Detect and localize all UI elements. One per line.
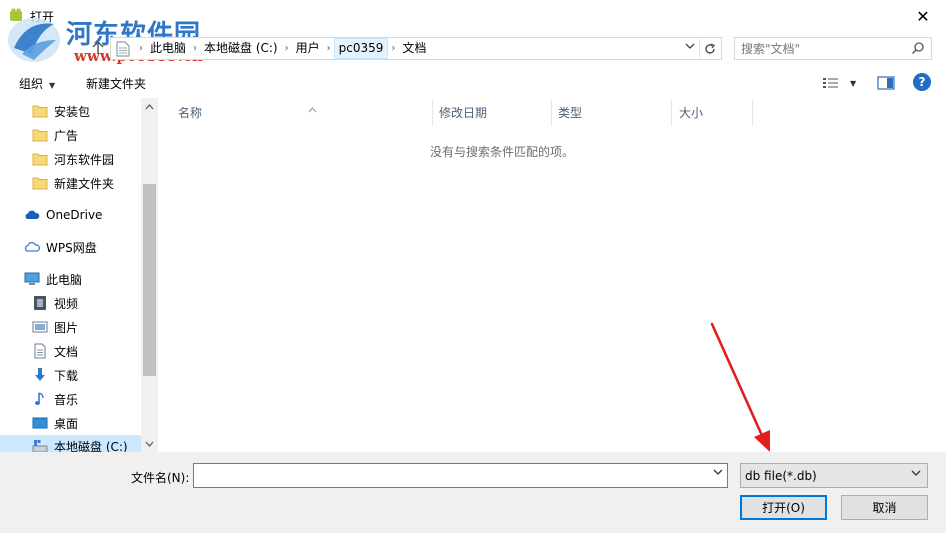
preview-pane-button[interactable] bbox=[877, 74, 895, 92]
up-arrow-icon[interactable] bbox=[88, 38, 108, 58]
scroll-down-icon[interactable] bbox=[141, 435, 158, 452]
address-bar[interactable]: › 此电脑 › 本地磁盘 (C:) › 用户 › pc0359 › 文档 bbox=[110, 37, 722, 60]
search-icon[interactable] bbox=[911, 41, 925, 55]
nav-item-local-disk[interactable]: 本地磁盘 (C:) bbox=[0, 435, 141, 452]
nav-item-label: 视频 bbox=[54, 296, 79, 311]
details-view-icon bbox=[823, 78, 838, 88]
nav-item-installers[interactable]: 安装包 bbox=[32, 100, 90, 122]
nav-item-pictures[interactable]: 图片 bbox=[32, 316, 78, 338]
sort-ascending-icon bbox=[308, 98, 317, 124]
nav-item-label: 桌面 bbox=[54, 416, 79, 431]
navigation-row: › 此电脑 › 本地磁盘 (C:) › 用户 › pc0359 › 文档 bbox=[0, 34, 946, 62]
column-header-size[interactable]: 大小 bbox=[671, 100, 753, 126]
command-bar: 组织 ▼ 新建文件夹 ▼ ? bbox=[0, 68, 946, 98]
filename-history-chevron-down-icon[interactable] bbox=[713, 468, 723, 479]
search-input[interactable] bbox=[735, 38, 905, 59]
nav-item-label: 广告 bbox=[54, 128, 79, 143]
organize-label: 组织 bbox=[19, 77, 44, 91]
breadcrumb-separator[interactable]: › bbox=[190, 43, 200, 54]
nav-item-label: 河东软件园 bbox=[54, 152, 115, 167]
preview-pane-icon bbox=[877, 76, 895, 90]
file-dialog-footer: 文件名(N): db file(*.db) 打开(O) 取消 bbox=[0, 452, 946, 533]
app-icon bbox=[10, 8, 22, 21]
nav-item-documents[interactable]: 文档 bbox=[32, 340, 78, 362]
drive-icon bbox=[32, 440, 48, 452]
desktop-icon bbox=[32, 417, 48, 429]
nav-item-label: 图片 bbox=[54, 320, 79, 335]
nav-item-videos[interactable]: 视频 bbox=[32, 292, 78, 314]
nav-item-label: 本地磁盘 (C:) bbox=[54, 439, 128, 453]
nav-item-wps-cloud[interactable]: WPS网盘 bbox=[24, 236, 97, 258]
nav-item-hedong[interactable]: 河东软件园 bbox=[32, 148, 114, 170]
column-header-date-modified[interactable]: 修改日期 bbox=[431, 100, 552, 126]
breadcrumb-user-folder[interactable]: pc0359 bbox=[333, 38, 389, 59]
close-button[interactable]: ✕ bbox=[900, 0, 946, 32]
filename-label: 文件名(N): bbox=[131, 471, 190, 485]
nav-item-desktop[interactable]: 桌面 bbox=[32, 412, 78, 434]
folder-icon bbox=[32, 177, 48, 190]
navigation-pane: 安装包 广告 河东软件园 新建文件夹 OneDrive WPS网盘 此电脑 视频… bbox=[0, 98, 158, 452]
refresh-icon[interactable] bbox=[699, 39, 719, 58]
download-icon bbox=[35, 368, 45, 381]
folder-icon bbox=[32, 153, 48, 166]
caret-down-icon: ▼ bbox=[49, 81, 56, 90]
document-location-icon bbox=[116, 41, 130, 56]
column-header-name[interactable]: 名称 bbox=[170, 100, 433, 126]
change-view-button[interactable]: ▼ bbox=[822, 74, 856, 92]
file-list[interactable]: 名称 修改日期 类型 大小 没有与搜索条件匹配的项。 bbox=[158, 98, 946, 452]
column-header-label: 名称 bbox=[178, 106, 203, 120]
nav-item-label: 下载 bbox=[54, 368, 79, 383]
breadcrumb-separator[interactable]: › bbox=[388, 43, 398, 54]
picture-icon bbox=[32, 321, 48, 333]
nav-item-music[interactable]: 音乐 bbox=[32, 388, 78, 410]
breadcrumb-users[interactable]: 用户 bbox=[292, 38, 324, 59]
computer-icon bbox=[24, 272, 40, 285]
breadcrumb-documents[interactable]: 文档 bbox=[398, 38, 430, 59]
cancel-button[interactable]: 取消 bbox=[841, 495, 928, 520]
column-header-type[interactable]: 类型 bbox=[550, 100, 672, 126]
nav-item-downloads[interactable]: 下载 bbox=[32, 364, 78, 386]
search-box[interactable] bbox=[734, 37, 932, 60]
window-title: 打开 bbox=[30, 10, 55, 24]
filename-input[interactable] bbox=[194, 464, 704, 487]
breadcrumb-separator[interactable]: › bbox=[136, 43, 146, 54]
folder-icon bbox=[32, 129, 48, 142]
open-button[interactable]: 打开(O) bbox=[740, 495, 827, 520]
nav-item-label: OneDrive bbox=[46, 208, 103, 222]
nav-item-label: WPS网盘 bbox=[46, 240, 97, 255]
nav-item-label: 文档 bbox=[54, 344, 79, 359]
nav-item-label: 音乐 bbox=[54, 392, 79, 407]
empty-results-message: 没有与搜索条件匹配的项。 bbox=[429, 145, 574, 159]
caret-down-icon: ▼ bbox=[850, 78, 857, 88]
nav-item-this-pc[interactable]: 此电脑 bbox=[24, 268, 82, 290]
title-bar: 打开 ✕ bbox=[0, 0, 946, 32]
scroll-up-icon[interactable] bbox=[141, 98, 158, 115]
navigation-scrollbar[interactable] bbox=[141, 98, 158, 452]
breadcrumb-this-pc[interactable]: 此电脑 bbox=[146, 38, 190, 59]
file-type-value: db file(*.db) bbox=[745, 469, 817, 483]
scrollbar-thumb[interactable] bbox=[143, 184, 156, 376]
breadcrumb-separator[interactable]: › bbox=[282, 43, 292, 54]
help-icon[interactable]: ? bbox=[913, 73, 931, 91]
cloud-icon bbox=[25, 210, 40, 219]
nav-item-onedrive[interactable]: OneDrive bbox=[24, 204, 102, 226]
music-icon bbox=[35, 392, 44, 405]
folder-icon bbox=[32, 105, 48, 118]
document-icon bbox=[34, 343, 46, 359]
chevron-down-icon bbox=[911, 469, 921, 480]
breadcrumb-local-disk[interactable]: 本地磁盘 (C:) bbox=[200, 38, 282, 59]
nav-item-label: 此电脑 bbox=[46, 272, 83, 287]
nav-item-label: 新建文件夹 bbox=[54, 176, 115, 191]
nav-item-label: 安装包 bbox=[54, 104, 91, 119]
new-folder-button[interactable]: 新建文件夹 bbox=[86, 75, 146, 92]
cloud-outline-icon bbox=[24, 241, 40, 252]
nav-item-ads[interactable]: 广告 bbox=[32, 124, 78, 146]
nav-item-new-folder[interactable]: 新建文件夹 bbox=[32, 172, 114, 194]
breadcrumb-separator[interactable]: › bbox=[324, 43, 334, 54]
file-type-select[interactable]: db file(*.db) bbox=[740, 463, 928, 488]
video-icon bbox=[34, 296, 46, 310]
address-history-chevron-down-icon[interactable] bbox=[685, 40, 695, 53]
organize-button[interactable]: 组织 ▼ bbox=[19, 75, 55, 92]
filename-combo[interactable] bbox=[193, 463, 728, 488]
